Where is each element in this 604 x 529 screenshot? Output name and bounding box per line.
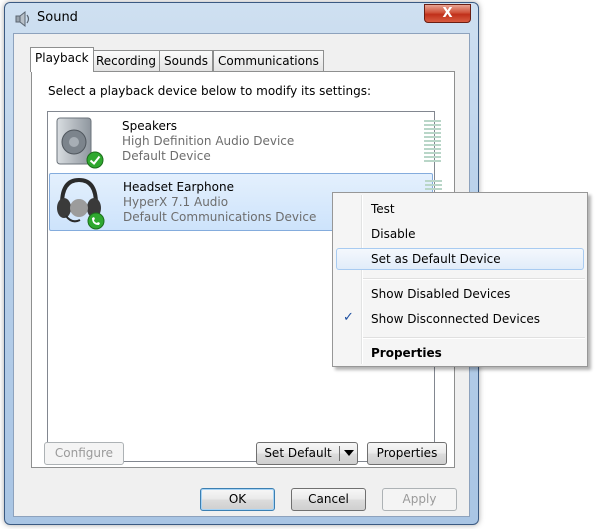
device-driver: HyperX 7.1 Audio [123,195,229,209]
window-title: Sound [37,10,78,25]
close-icon: X [442,6,453,21]
volume-meter [425,180,442,192]
checkmark-icon: ✓ [343,310,354,325]
device-status: Default Device [122,149,211,163]
dropdown-arrow-icon[interactable] [344,450,354,457]
tab-recording[interactable]: Recording [91,50,162,71]
configure-button[interactable]: Configure [44,442,124,465]
default-check-icon [86,151,104,169]
close-button[interactable]: X [424,4,471,23]
menu-item-properties[interactable]: Properties [371,346,442,360]
tab-label: Playback [35,51,89,65]
device-name: Headset Earphone [123,180,234,194]
menu-item-set-default[interactable]: Set as Default Device [371,252,501,266]
menu-item-show-disconnected[interactable]: Show Disconnected Devices [371,312,540,326]
tab-label: Recording [96,54,157,68]
title-bar[interactable]: Sound X [5,3,478,33]
cancel-button[interactable]: Cancel [291,488,366,511]
menu-item-test[interactable]: Test [371,202,395,216]
phone-badge-icon [87,212,105,230]
tab-playback[interactable]: Playback [30,47,94,72]
menu-separator [363,278,585,280]
tab-sounds[interactable]: Sounds [159,50,214,71]
tab-label: Sounds [164,54,209,68]
speaker-icon [15,10,30,28]
menu-separator [363,337,585,339]
instruction-text: Select a playback device below to modify… [48,84,372,98]
device-status: Default Communications Device [123,210,317,224]
menu-item-disable[interactable]: Disable [371,227,416,241]
apply-button[interactable]: Apply [382,488,457,511]
device-speakers[interactable]: Speakers High Definition Audio Device De… [49,112,441,170]
device-name: Speakers [122,119,178,133]
tab-label: Communications [218,54,319,68]
ok-button[interactable]: OK [200,488,275,511]
tab-communications[interactable]: Communications [213,50,324,71]
set-default-label: Set Default [264,446,332,460]
volume-meter [424,120,441,164]
device-driver: High Definition Audio Device [122,134,295,148]
context-menu: Test Disable Set as Default Device Show … [332,192,588,367]
menu-item-show-disabled[interactable]: Show Disabled Devices [371,287,510,301]
set-default-button[interactable]: Set Default [256,442,358,465]
properties-button[interactable]: Properties [367,442,447,465]
split-divider [339,446,340,461]
